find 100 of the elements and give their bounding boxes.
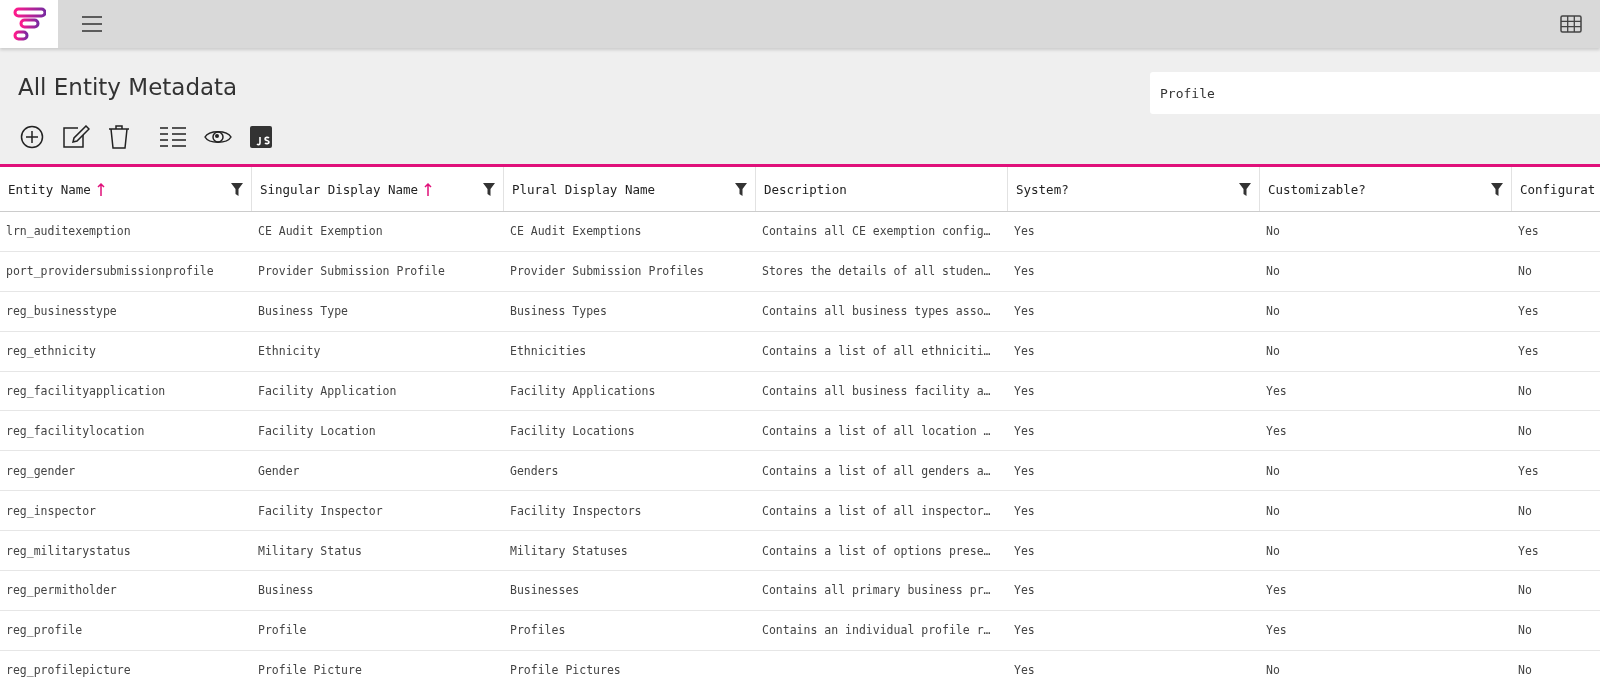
table-cell-text: Facility Location bbox=[257, 422, 377, 440]
table-cell-text: Facility Inspectors bbox=[509, 502, 643, 520]
column-header[interactable]: System? bbox=[1008, 167, 1260, 211]
table-cell-text: Military Statuses bbox=[509, 542, 629, 560]
table-cell-text: reg_militarystatus bbox=[5, 542, 132, 560]
filter-icon[interactable] bbox=[231, 182, 243, 196]
table-cell-text: Yes bbox=[1013, 383, 1036, 400]
table-cell-text: Yes bbox=[1013, 622, 1036, 640]
column-header[interactable]: Entity Name bbox=[0, 167, 252, 211]
table-cell-text: Contains a list of all location … bbox=[761, 422, 992, 440]
javascript-button[interactable] bbox=[250, 126, 272, 148]
table-cell-text: reg_profile bbox=[5, 622, 84, 640]
table-cell-text: Yes bbox=[1013, 303, 1036, 321]
search-field[interactable]: Profile bbox=[1150, 72, 1600, 114]
table-cell-text: No bbox=[1517, 582, 1533, 600]
table-cell-text: Yes bbox=[1013, 462, 1036, 480]
table-cell-text: Contains a list of all inspector… bbox=[761, 502, 992, 520]
table-cell-text: Yes bbox=[1265, 582, 1288, 600]
table-cell-text: No bbox=[1265, 263, 1281, 281]
menu-button[interactable] bbox=[82, 16, 102, 32]
sort-up-arrow-icon[interactable] bbox=[96, 182, 105, 196]
delete-button[interactable] bbox=[108, 124, 130, 150]
table-cell-text: Contains a list of options prese… bbox=[761, 542, 992, 560]
table-cell-text: Facility Applications bbox=[509, 383, 657, 400]
filter-icon[interactable] bbox=[1239, 182, 1251, 196]
table-cell-text: Contains all CE exemption config… bbox=[761, 223, 992, 241]
table-cell-text: No bbox=[1517, 502, 1533, 520]
table-cell-text: Yes bbox=[1517, 343, 1540, 361]
list-view-button[interactable] bbox=[160, 126, 186, 148]
table-cell-text: Yes bbox=[1013, 582, 1036, 600]
table-cell-text: Business bbox=[257, 582, 315, 600]
table-cell-text: Provider Submission Profile bbox=[257, 263, 446, 281]
table-cell-text: Yes bbox=[1517, 542, 1540, 560]
table-cell-text: Profiles bbox=[509, 622, 567, 640]
table-cell-text: Yes bbox=[1013, 263, 1036, 281]
table-cell-text: reg_permitholder bbox=[5, 582, 118, 600]
table-cell-text: Yes bbox=[1013, 502, 1036, 520]
table-cell-text: Contains all business types asso… bbox=[761, 303, 992, 321]
table-cell-text: reg_inspector bbox=[5, 502, 97, 520]
table-cell-text: Profile bbox=[257, 622, 308, 640]
filter-icon[interactable] bbox=[735, 182, 747, 196]
filter-icon[interactable] bbox=[483, 182, 495, 196]
table-cell-text: No bbox=[1517, 662, 1533, 680]
table-cell-text: Yes bbox=[1013, 542, 1036, 560]
table-cell-text: Contains all business facility a… bbox=[761, 383, 992, 400]
view-button[interactable] bbox=[204, 128, 232, 146]
logo-icon[interactable] bbox=[12, 7, 46, 41]
column-header-label: Singular Display Name bbox=[260, 181, 419, 197]
column-header[interactable]: Customizable? bbox=[1260, 167, 1512, 211]
edit-button[interactable] bbox=[62, 125, 90, 149]
column-header[interactable]: Configurat bbox=[1512, 167, 1600, 211]
table-cell-text: CE Audit Exemptions bbox=[509, 223, 643, 241]
table-cell-text: Yes bbox=[1517, 462, 1540, 480]
table-cell-text: Yes bbox=[1265, 422, 1288, 440]
table-cell-text: Contains an individual profile r… bbox=[761, 622, 992, 640]
table-cell-text: reg_profilepicture bbox=[5, 662, 132, 680]
column-header-label: System? bbox=[1016, 181, 1069, 197]
table-cell-text: Yes bbox=[1517, 303, 1540, 321]
table-cell-text: Ethnicity bbox=[257, 343, 322, 361]
table-cell-text: Yes bbox=[1013, 662, 1036, 680]
column-header[interactable]: Plural Display Name bbox=[504, 167, 756, 211]
table-cell-text: Yes bbox=[1013, 422, 1036, 440]
table-cell-text: Yes bbox=[1265, 383, 1288, 400]
table-cell-text: Gender bbox=[257, 462, 301, 480]
table-cell-text: CE Audit Exemption bbox=[257, 223, 384, 241]
table-cell-text: reg_businesstype bbox=[5, 303, 118, 321]
table-cell-text: Contains a list of all genders a… bbox=[761, 462, 992, 480]
table-cell-text: No bbox=[1265, 662, 1281, 680]
table-cell-text: Genders bbox=[509, 462, 560, 480]
table-cell-text: Facility Application bbox=[257, 383, 398, 400]
column-header-label: Description bbox=[764, 181, 847, 197]
column-header-label: Configurat bbox=[1520, 181, 1596, 197]
grid-button[interactable] bbox=[1560, 15, 1582, 33]
table-cell-text: No bbox=[1517, 263, 1533, 281]
filter-icon[interactable] bbox=[1491, 182, 1503, 196]
column-header[interactable]: Description bbox=[756, 167, 1008, 211]
table-cell-text: No bbox=[1265, 462, 1281, 480]
table-cell-text: reg_ethnicity bbox=[5, 343, 97, 361]
table-cell-text: reg_facilitylocation bbox=[5, 422, 146, 440]
table-cell-text: No bbox=[1265, 502, 1281, 520]
table-cell-text: Facility Inspector bbox=[257, 502, 384, 520]
table-cell-text: reg_facilityapplication bbox=[5, 383, 167, 400]
table-cell-text: Businesses bbox=[509, 582, 581, 600]
column-header[interactable]: Singular Display Name bbox=[252, 167, 504, 211]
add-button[interactable] bbox=[20, 125, 44, 149]
table-cell-text: Contains a list of all ethniciti… bbox=[761, 343, 992, 361]
sort-up-arrow-icon[interactable] bbox=[424, 182, 433, 196]
table-cell-text: No bbox=[1265, 343, 1281, 361]
table-cell-text: Yes bbox=[1517, 223, 1540, 241]
table-cell-text: port_providersubmissionprofile bbox=[5, 263, 215, 281]
table-cell-text: Stores the details of all studen… bbox=[761, 263, 992, 281]
table-cell-text: Facility Locations bbox=[509, 422, 636, 440]
page-title: All Entity Metadata bbox=[18, 74, 238, 100]
table-cell-text: Yes bbox=[1265, 622, 1288, 640]
table-cell-text: Ethnicities bbox=[509, 343, 588, 361]
table-cell-text: Profile Picture bbox=[257, 662, 363, 680]
table-cell-text: No bbox=[1265, 303, 1281, 321]
table-cell-text: No bbox=[1517, 622, 1533, 640]
table-cell-text: Provider Submission Profiles bbox=[509, 263, 705, 281]
table-cell-text: No bbox=[1265, 223, 1281, 241]
